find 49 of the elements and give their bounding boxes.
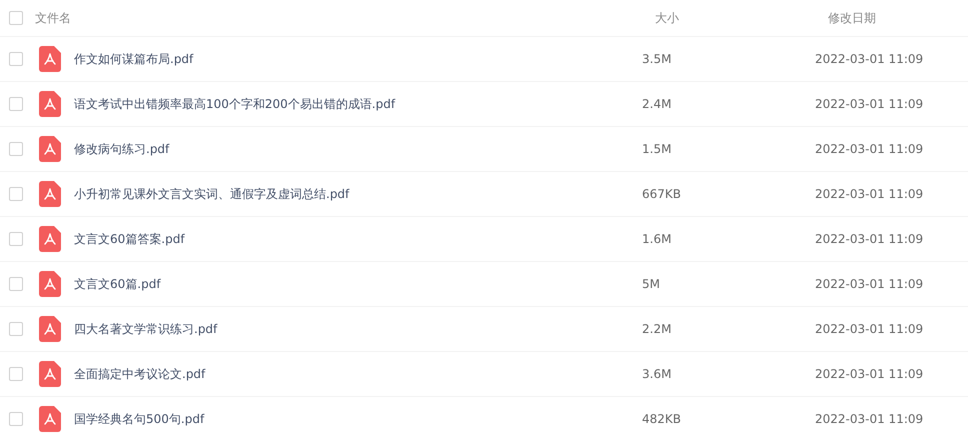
row-checkbox[interactable] xyxy=(9,187,23,201)
row-checkbox[interactable] xyxy=(9,97,23,111)
file-name[interactable]: 修改病句练习.pdf xyxy=(74,140,642,158)
column-header[interactable]: 修改日期 xyxy=(828,10,876,26)
file-size: 3.6M xyxy=(642,367,672,381)
pdf-file-icon xyxy=(39,46,61,72)
file-name[interactable]: 国学经典名句500句.pdf xyxy=(74,410,642,428)
row-checkbox[interactable] xyxy=(9,277,23,291)
modified-date: 2022-03-01 11:09 xyxy=(815,97,924,111)
modified-date: 2022-03-01 11:09 xyxy=(815,322,924,336)
modified-date: 2022-03-01 11:09 xyxy=(815,142,924,156)
modified-date: 2022-03-01 11:09 xyxy=(815,412,924,426)
file-size: 667KB xyxy=(642,187,682,201)
file-size: 3.5M xyxy=(642,52,672,66)
file-name[interactable]: 小升初常见课外文言文实词、通假字及虚词总结.pdf xyxy=(74,186,642,202)
pdf-file-icon xyxy=(39,271,61,297)
row-checkbox[interactable] xyxy=(9,367,23,381)
file-name[interactable]: 文言文60篇.pdf xyxy=(74,276,642,292)
row-checkbox[interactable] xyxy=(9,142,23,156)
pdf-file-icon xyxy=(39,226,61,252)
file-size: 1.5M xyxy=(642,142,672,156)
modified-date: 2022-03-01 11:09 xyxy=(815,232,924,246)
row-checkbox[interactable] xyxy=(9,52,23,66)
modified-date: 2022-03-01 11:09 xyxy=(815,187,924,201)
file-name[interactable]: 全面搞定中考议论文.pdf xyxy=(74,366,642,382)
row-checkbox[interactable] xyxy=(9,412,23,426)
file-size: 5M xyxy=(642,277,661,291)
select-all-checkbox[interactable] xyxy=(9,11,23,25)
column-header[interactable]: 文件名 xyxy=(35,10,655,26)
file-name[interactable]: 四大名著文学常识练习.pdf xyxy=(74,320,642,338)
file-size: 2.2M xyxy=(642,322,672,336)
file-name[interactable]: 文言文60篇答案.pdf xyxy=(74,230,642,248)
pdf-file-icon xyxy=(39,136,61,162)
pdf-file-icon xyxy=(39,361,61,387)
file-size: 1.6M xyxy=(642,232,672,246)
modified-date: 2022-03-01 11:09 xyxy=(815,277,924,291)
file-name[interactable]: 作文如何谋篇布局.pdf xyxy=(74,50,642,68)
row-checkbox[interactable] xyxy=(9,322,23,336)
pdf-file-icon xyxy=(39,181,61,207)
modified-date: 2022-03-01 11:09 xyxy=(815,367,924,381)
file-name[interactable]: 语文考试中出错频率最高100个字和200个易出错的成语.pdf xyxy=(74,96,642,112)
pdf-file-icon xyxy=(39,91,61,117)
modified-date: 2022-03-01 11:09 xyxy=(815,52,924,66)
row-checkbox[interactable] xyxy=(9,232,23,246)
pdf-file-icon xyxy=(39,316,61,342)
column-header[interactable]: 大小 xyxy=(655,10,828,26)
file-size: 482KB xyxy=(642,412,682,426)
pdf-file-icon xyxy=(39,406,61,432)
file-size: 2.4M xyxy=(642,97,672,111)
